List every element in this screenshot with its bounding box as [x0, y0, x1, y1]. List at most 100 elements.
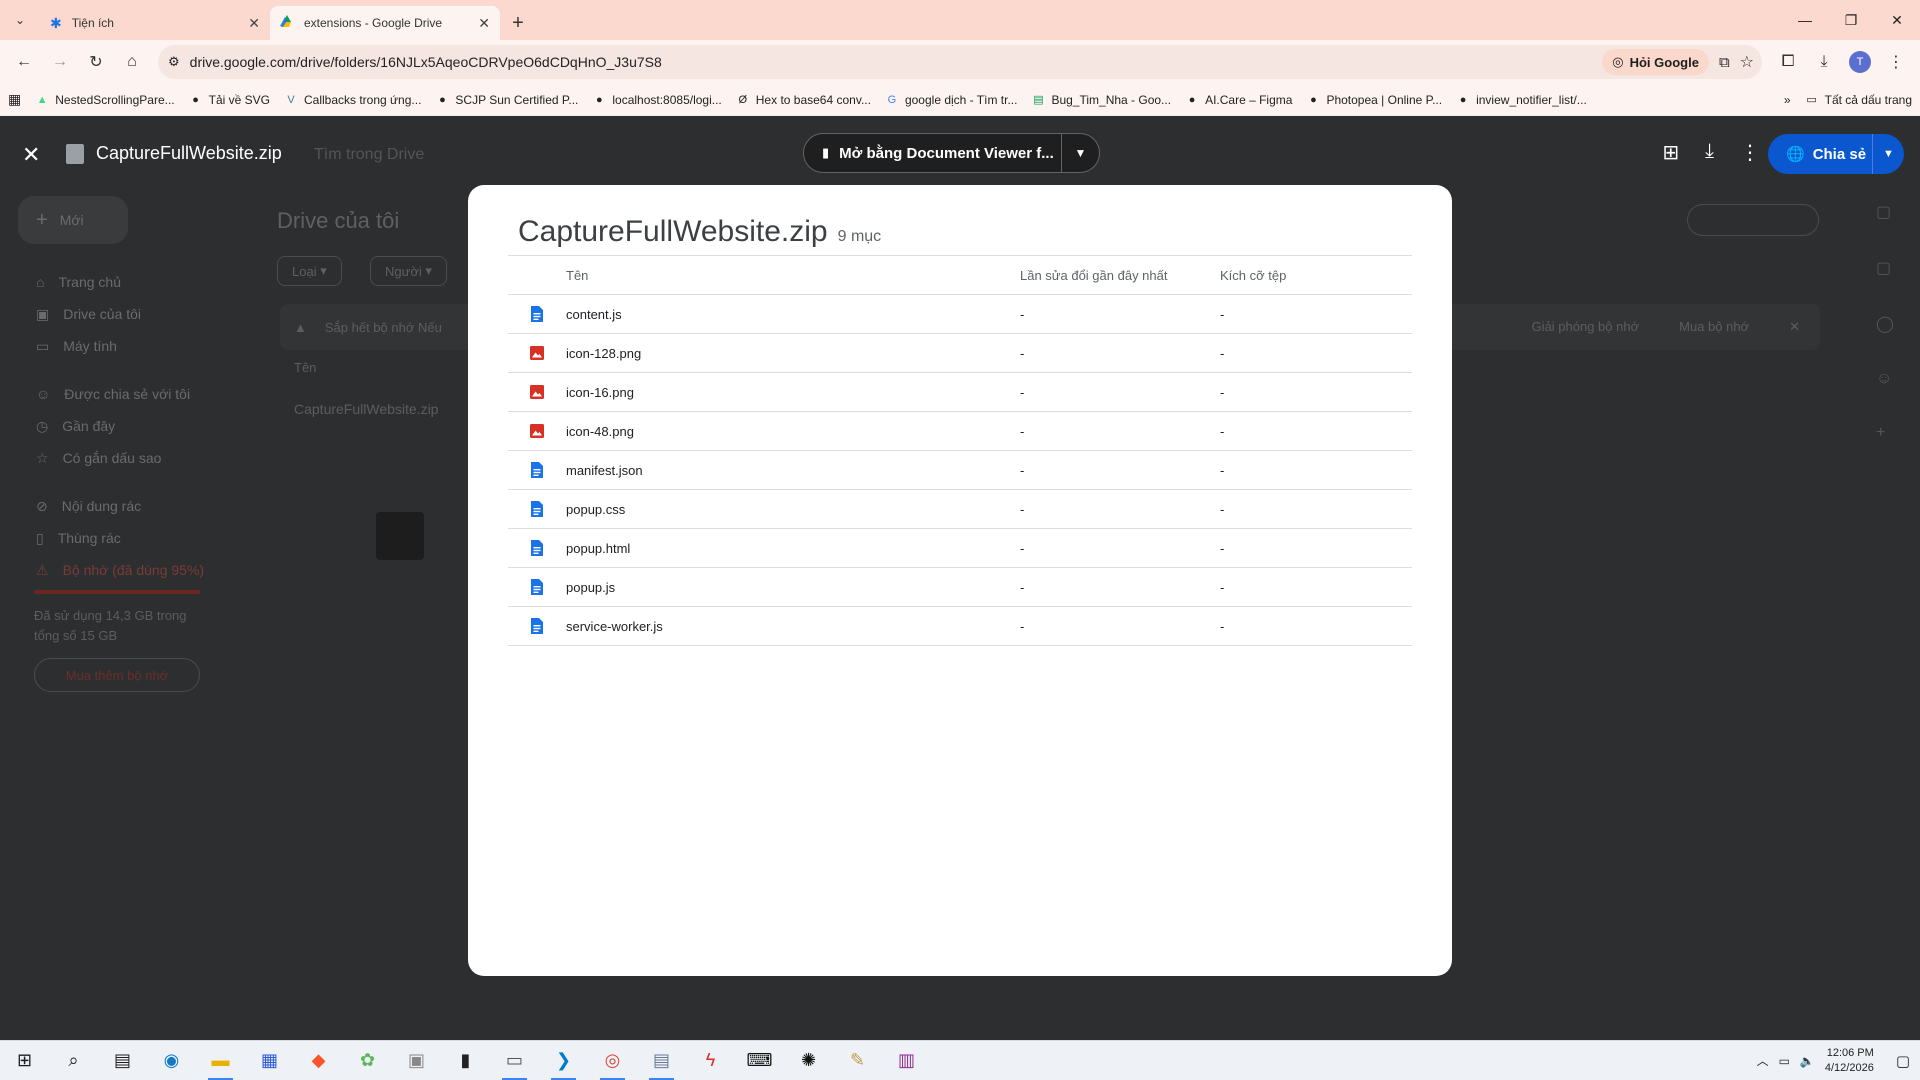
file-name[interactable]: popup.html	[566, 541, 1020, 556]
sidebar-item-shared[interactable]: ☺ Được chia sẻ với tôi	[36, 378, 236, 410]
search-icon[interactable]: ⌕	[49, 1041, 98, 1080]
contacts-icon[interactable]: ☺	[1876, 370, 1894, 388]
minimize-icon[interactable]: —	[1782, 0, 1828, 40]
drive-search-input[interactable]: Tìm trong Drive	[314, 146, 424, 164]
bookmark-item[interactable]: ● inview_notifier_list/...	[1456, 93, 1587, 107]
table-row[interactable]: icon-128.png - -	[508, 334, 1412, 373]
bookmark-item[interactable]: Ggoogle dịch - Tìm tr...	[885, 93, 1018, 107]
install-app-icon[interactable]: ⧉	[1719, 54, 1730, 71]
free-up-link[interactable]: Giải phóng bộ nhớ	[1532, 319, 1640, 335]
close-tab-icon[interactable]: ✕	[248, 15, 260, 32]
sidebar-item-storage[interactable]: ⚠ Bộ nhớ (đã dùng 95%)	[36, 554, 236, 586]
address-bar[interactable]: ⚙ drive.google.com/drive/folders/16NJLx5…	[158, 45, 1762, 79]
sidebar-item-starred[interactable]: ☆ Có gắn dấu sao	[36, 442, 236, 474]
open-with-main[interactable]: ▮ Mở bằng Document Viewer f...	[804, 134, 1061, 172]
table-row[interactable]: popup.css - -	[508, 490, 1412, 529]
sidebar-item-my-drive[interactable]: ▣ Drive của tôi	[36, 298, 236, 330]
bookmark-item[interactable]: Ø Hex to base64 conv...	[736, 93, 870, 107]
chrome-icon[interactable]: ◎	[588, 1041, 637, 1080]
profile-avatar[interactable]: T	[1844, 46, 1876, 78]
bookmark-item[interactable]: ▤ Bug_Tim_Nha - Goo...	[1031, 93, 1171, 107]
remote-app-icon[interactable]: ▭	[490, 1041, 539, 1080]
tab-google-drive[interactable]: extensions - Google Drive ✕	[270, 6, 500, 40]
tab-extensions-page[interactable]: ✱ Tiện ích ✕	[40, 6, 270, 40]
keep-icon[interactable]: ▢	[1876, 258, 1894, 278]
calendar-icon[interactable]: ▢	[1876, 202, 1894, 222]
file-name[interactable]: icon-16.png	[566, 385, 1020, 400]
bookmark-item[interactable]: ● Photopea | Online P...	[1306, 93, 1442, 107]
sidebar-item-recent[interactable]: ◷ Gần đây	[36, 410, 236, 442]
new-button[interactable]: + Mới	[18, 196, 128, 244]
notification-icon[interactable]: ▢	[1896, 1052, 1910, 1070]
filter-type[interactable]: Loại ▾	[277, 256, 342, 286]
chatgpt-icon[interactable]: ✺	[784, 1041, 833, 1080]
tasks-icon[interactable]: ◯	[1876, 314, 1894, 334]
close-tab-icon[interactable]: ✕	[478, 15, 490, 32]
app-swirl-icon[interactable]: ✿	[343, 1041, 392, 1080]
column-name[interactable]: Tên	[294, 360, 316, 375]
table-row[interactable]: service-worker.js - -	[508, 607, 1412, 646]
filter-people[interactable]: Người ▾	[370, 256, 447, 286]
open-with-dropdown-icon[interactable]: ▼	[1061, 134, 1099, 172]
site-info-icon[interactable]: ⚙	[168, 54, 180, 70]
kebab-menu-icon[interactable]: ⋮	[1880, 46, 1912, 78]
share-main[interactable]: 🌐 Chia sẻ	[1768, 145, 1872, 164]
forward-arrow-icon[interactable]: →	[44, 46, 76, 78]
vscode-icon[interactable]: ❯	[539, 1041, 588, 1080]
flash-app-icon[interactable]: ϟ	[686, 1041, 735, 1080]
add-addon-icon[interactable]: +	[1876, 424, 1894, 442]
table-row[interactable]: popup.html - -	[508, 529, 1412, 568]
bookmark-item[interactable]: ● SCJP Sun Certified P...	[435, 93, 578, 107]
buy-storage-button[interactable]: Mua thêm bộ nhớ	[34, 658, 200, 692]
download-icon[interactable]: ⤓	[1705, 140, 1714, 165]
sidebar-item-trash[interactable]: ▯ Thùng rác	[36, 522, 236, 554]
bookmark-item[interactable]: ● localhost:8085/logi...	[592, 93, 722, 107]
share-dropdown-icon[interactable]: ▼	[1872, 134, 1904, 174]
clock[interactable]: 12:06 PM 4/12/2026	[1825, 1046, 1874, 1076]
terminal-app-icon[interactable]: ▮	[441, 1041, 490, 1080]
tray-chevron-icon[interactable]: ︿	[1757, 1052, 1769, 1069]
restore-icon[interactable]: ❐	[1828, 0, 1874, 40]
file-name[interactable]: content.js	[566, 307, 1020, 322]
sidebar-item-home[interactable]: ⌂ Trang chủ	[36, 266, 236, 298]
apps-grid-icon[interactable]: ▦	[8, 91, 21, 108]
table-row[interactable]: popup.js - -	[508, 568, 1412, 607]
cmd-icon[interactable]: ⌨	[735, 1041, 784, 1080]
tab-search-chevron-icon[interactable]: ⌄	[0, 0, 40, 40]
edge-icon[interactable]: ◉	[147, 1041, 196, 1080]
network-icon[interactable]: ▭	[1779, 1054, 1790, 1068]
view-toggle[interactable]	[1687, 204, 1819, 236]
all-bookmarks-folder[interactable]: ▭ Tất cả dấu trang	[1805, 93, 1912, 107]
open-with-button[interactable]: ▮ Mở bằng Document Viewer f... ▼	[803, 133, 1100, 173]
bookmark-item[interactable]: V Callbacks trong ứng...	[284, 93, 421, 107]
reload-icon[interactable]: ↻	[80, 46, 112, 78]
table-row[interactable]: manifest.json - -	[508, 451, 1412, 490]
back-arrow-icon[interactable]: ←	[8, 46, 40, 78]
sidebar-item-computers[interactable]: ▭ Máy tính	[36, 330, 236, 362]
photo-app-icon[interactable]: ▣	[392, 1041, 441, 1080]
bookmark-item[interactable]: ● Tải về SVG	[189, 93, 270, 107]
extensions-icon[interactable]: ⧠	[1772, 46, 1804, 78]
volume-icon[interactable]: 🔈	[1800, 1054, 1815, 1068]
more-bookmarks-chevron-icon[interactable]: »	[1784, 93, 1791, 107]
bookmark-star-icon[interactable]: ☆	[1740, 52, 1754, 72]
file-name[interactable]: popup.js	[566, 580, 1020, 595]
close-window-icon[interactable]: ✕	[1874, 0, 1920, 40]
file-name[interactable]: manifest.json	[566, 463, 1020, 478]
brave-icon[interactable]: ◆	[294, 1041, 343, 1080]
dismiss-icon[interactable]: ✕	[1789, 319, 1800, 335]
bookmark-item[interactable]: ● AI.Care – Figma	[1185, 93, 1293, 107]
drive-file-row[interactable]: CaptureFullWebsite.zip	[294, 401, 438, 417]
table-row[interactable]: content.js - -	[508, 295, 1412, 334]
image-viewer-icon[interactable]: ▤	[637, 1041, 686, 1080]
new-tab-plus-icon[interactable]: +	[500, 6, 536, 40]
downloads-icon[interactable]: ⤓	[1808, 46, 1840, 78]
close-preview-icon[interactable]: ✕	[22, 142, 40, 168]
table-row[interactable]: icon-16.png - -	[508, 373, 1412, 412]
ask-google-button[interactable]: ◎ Hỏi Google	[1602, 49, 1709, 75]
file-name[interactable]: service-worker.js	[566, 619, 1020, 634]
file-name[interactable]: icon-48.png	[566, 424, 1020, 439]
windows-start-icon[interactable]: ⊞	[0, 1041, 49, 1080]
file-name[interactable]: icon-128.png	[566, 346, 1020, 361]
file-name[interactable]: popup.css	[566, 502, 1020, 517]
